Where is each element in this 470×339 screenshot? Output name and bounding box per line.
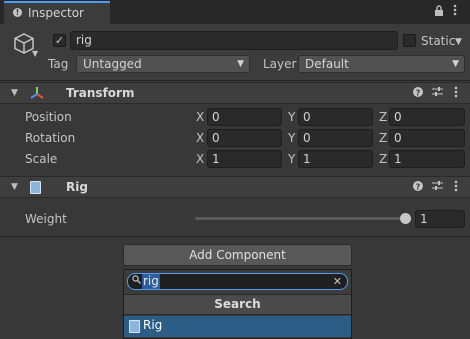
script-icon xyxy=(30,181,41,194)
position-x-field[interactable]: 0 xyxy=(207,108,282,126)
rig-title: Rig xyxy=(66,180,88,194)
position-z-field[interactable]: 0 xyxy=(389,108,465,126)
info-icon: ! xyxy=(13,8,22,17)
scale-y-field[interactable]: 1 xyxy=(298,150,373,168)
axis-y-label: Y xyxy=(288,152,296,166)
presets-icon[interactable] xyxy=(432,86,443,100)
search-result-item[interactable]: Rig xyxy=(124,316,351,337)
axis-y-label: Y xyxy=(288,110,296,124)
transform-gizmo-icon xyxy=(30,86,44,103)
transform-title: Transform xyxy=(66,86,135,100)
section-divider xyxy=(0,236,470,237)
component-search-input[interactable]: rig ✕ xyxy=(127,273,348,290)
axis-x-label: X xyxy=(196,110,205,124)
tag-value: Untagged xyxy=(83,57,142,71)
search-result-label: Rig xyxy=(143,318,163,332)
position-label: Position xyxy=(25,110,72,124)
layer-label: Layer xyxy=(263,57,297,71)
weight-slider-track[interactable] xyxy=(195,217,406,220)
chevron-down-icon: ▼ xyxy=(452,59,459,69)
script-icon xyxy=(129,320,140,333)
help-icon[interactable]: ? xyxy=(413,86,423,100)
axis-z-label: Z xyxy=(379,131,388,145)
scale-label: Scale xyxy=(25,152,58,166)
static-dropdown-arrow-icon[interactable]: ▼ xyxy=(455,37,462,47)
tag-dropdown[interactable]: Untagged ▼ xyxy=(76,55,250,73)
rotation-y-field[interactable]: 0 xyxy=(298,129,373,147)
static-checkbox[interactable] xyxy=(403,34,416,47)
help-icon[interactable]: ? xyxy=(413,180,423,194)
tab-inspector[interactable]: ! Inspector xyxy=(4,1,110,24)
active-checkbox[interactable]: ✓ xyxy=(53,34,66,47)
rotation-z-field[interactable]: 0 xyxy=(389,129,465,147)
foldout-arrow-icon[interactable]: ▼ xyxy=(11,88,18,98)
axis-x-label: X xyxy=(196,131,205,145)
kebab-menu-icon[interactable] xyxy=(454,180,458,195)
chevron-down-icon: ▼ xyxy=(237,59,244,69)
search-icon xyxy=(132,275,141,287)
scale-x-field[interactable]: 1 xyxy=(207,150,282,168)
kebab-menu-icon[interactable] xyxy=(454,86,458,101)
svg-text:?: ? xyxy=(416,89,421,98)
axis-x-label: X xyxy=(196,152,205,166)
rotation-x-field[interactable]: 0 xyxy=(207,129,282,147)
rotation-label: Rotation xyxy=(25,131,76,145)
lock-icon[interactable] xyxy=(434,5,444,20)
scale-z-field[interactable]: 1 xyxy=(389,150,465,168)
foldout-arrow-icon[interactable]: ▼ xyxy=(11,182,18,192)
gameobject-name-input[interactable]: rig xyxy=(70,31,398,50)
tab-label: Inspector xyxy=(28,6,84,20)
svg-text:?: ? xyxy=(416,183,421,192)
position-y-field[interactable]: 0 xyxy=(298,108,373,126)
layer-value: Default xyxy=(305,57,349,71)
presets-icon[interactable] xyxy=(432,180,443,194)
layer-dropdown[interactable]: Default ▼ xyxy=(298,55,465,73)
weight-slider-handle[interactable] xyxy=(400,213,411,224)
search-value: rig xyxy=(142,274,160,289)
axis-z-label: Z xyxy=(379,152,388,166)
search-section-header: Search xyxy=(124,294,351,315)
axis-y-label: Y xyxy=(288,131,296,145)
tag-label: Tag xyxy=(48,57,69,71)
icon-dropdown-arrow-icon[interactable]: ▼ xyxy=(32,49,38,58)
add-component-button[interactable]: Add Component xyxy=(123,244,352,266)
axis-z-label: Z xyxy=(379,110,388,124)
weight-label: Weight xyxy=(25,212,67,226)
clear-search-icon[interactable]: ✕ xyxy=(333,274,342,289)
kebab-menu-icon[interactable] xyxy=(453,4,457,19)
static-label: Static xyxy=(421,34,456,48)
transform-header[interactable]: ▼ Transform ? xyxy=(0,82,470,104)
rig-header[interactable]: ▼ Rig ? xyxy=(0,176,470,198)
weight-value-field[interactable]: 1 xyxy=(415,210,465,228)
